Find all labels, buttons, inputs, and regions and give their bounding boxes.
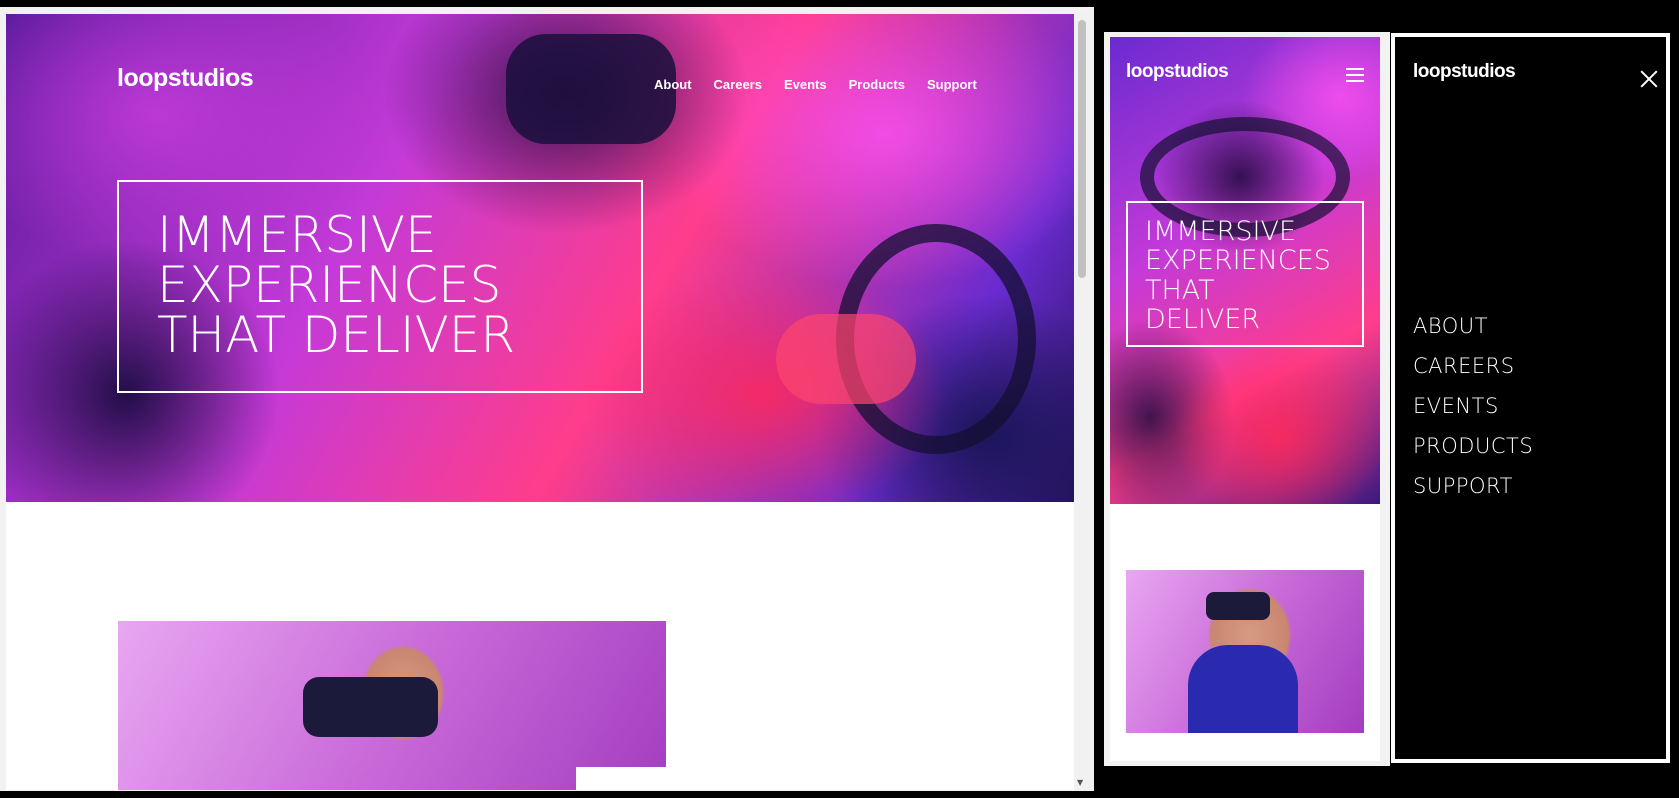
hero-section: loopstudios About Careers Events Product… xyxy=(6,14,1074,502)
mobile-viewport: loopstudios IMMERSIVE EXPERIENCES THAT D… xyxy=(1110,37,1380,761)
scrollbar-thumb[interactable] xyxy=(1078,20,1086,278)
menu-item-support[interactable]: SUPPORT xyxy=(1413,466,1533,506)
hero-headline-line: EXPERIENCES xyxy=(157,256,502,314)
site-logo[interactable]: loopstudios xyxy=(117,64,254,93)
mobile-menu-panel: loopstudios ABOUT CAREERS EVENTS PRODUCT… xyxy=(1395,37,1666,759)
desktop-viewport: loopstudios About Careers Events Product… xyxy=(6,14,1074,790)
close-icon[interactable] xyxy=(1640,70,1658,88)
blue-shirt-shape xyxy=(1188,645,1298,733)
hero-headline-line: IMMERSIVE xyxy=(1145,216,1297,247)
nav-link-careers[interactable]: Careers xyxy=(714,77,762,92)
hero-image-hands xyxy=(776,314,916,404)
nav-link-products[interactable]: Products xyxy=(849,77,905,92)
mobile-feature-image-vr-man xyxy=(1126,570,1364,733)
mobile-menu-window: loopstudios ABOUT CAREERS EVENTS PRODUCT… xyxy=(1391,33,1670,763)
desktop-browser-window: loopstudios About Careers Events Product… xyxy=(0,7,1094,791)
vr-headset-shape xyxy=(303,677,438,737)
feature-image-vr-man xyxy=(118,621,666,790)
mobile-hero-section: loopstudios IMMERSIVE EXPERIENCES THAT D… xyxy=(1110,37,1380,504)
mobile-browser-window: loopstudios IMMERSIVE EXPERIENCES THAT D… xyxy=(1104,32,1390,766)
hamburger-icon[interactable] xyxy=(1346,68,1364,82)
hero-headline: IMMERSIVE EXPERIENCES THAT DELIVER xyxy=(157,210,641,360)
mobile-hero-headline: IMMERSIVE EXPERIENCES THAT DELIVER xyxy=(1145,217,1362,335)
hero-image-headset xyxy=(506,34,676,144)
nav-link-events[interactable]: Events xyxy=(784,77,827,92)
menu-site-logo[interactable]: loopstudios xyxy=(1413,61,1516,83)
hero-headline-line: DELIVER xyxy=(1145,304,1261,336)
content-card xyxy=(576,767,666,790)
mobile-site-logo[interactable]: loopstudios xyxy=(1126,61,1229,83)
vr-headset-shape xyxy=(1206,592,1270,620)
hero-headline-box: IMMERSIVE EXPERIENCES THAT DELIVER xyxy=(117,180,643,393)
menu-item-events[interactable]: EVENTS xyxy=(1413,386,1533,426)
hero-headline-line: IMMERSIVE xyxy=(157,206,437,264)
desktop-scrollbar[interactable]: ▼ xyxy=(1074,14,1090,790)
hero-headline-line: THAT xyxy=(1145,274,1215,306)
menu-item-about[interactable]: ABOUT xyxy=(1413,306,1533,346)
scroll-down-arrow-icon[interactable]: ▼ xyxy=(1077,778,1083,787)
hero-headline-line: THAT DELIVER xyxy=(157,306,516,364)
mobile-hero-headline-box: IMMERSIVE EXPERIENCES THAT DELIVER xyxy=(1126,201,1364,347)
mobile-menu-list: ABOUT CAREERS EVENTS PRODUCTS SUPPORT xyxy=(1413,306,1533,506)
hero-headline-line: EXPERIENCES xyxy=(1145,245,1331,277)
menu-item-careers[interactable]: CAREERS xyxy=(1413,346,1533,386)
nav-link-about[interactable]: About xyxy=(654,77,692,92)
main-nav: About Careers Events Products Support xyxy=(654,77,977,92)
menu-item-products[interactable]: PRODUCTS xyxy=(1413,426,1533,466)
nav-link-support[interactable]: Support xyxy=(927,77,977,92)
